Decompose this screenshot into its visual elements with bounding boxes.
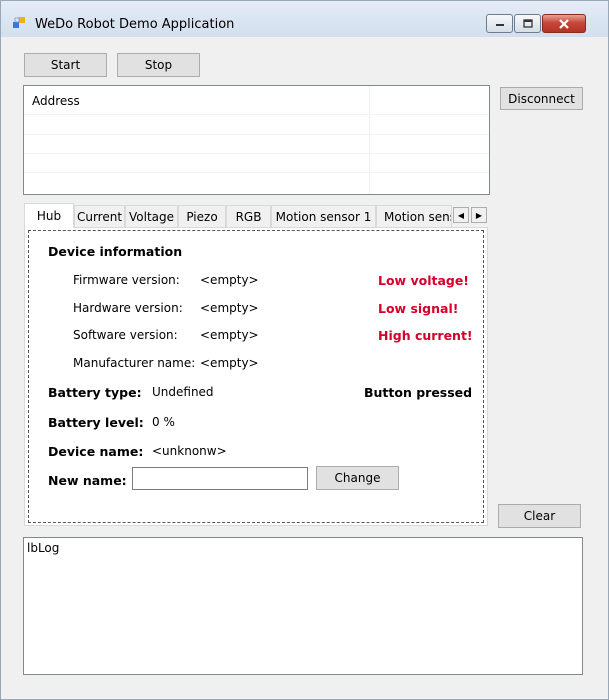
new-name-input[interactable] bbox=[132, 467, 308, 490]
software-value: <empty> bbox=[200, 328, 259, 342]
maximize-icon bbox=[522, 19, 533, 28]
log-listbox[interactable]: lbLog bbox=[23, 537, 583, 675]
low-voltage-warning: Low voltage! bbox=[378, 273, 470, 288]
battery-type-value: Undefined bbox=[152, 385, 214, 399]
low-signal-warning: Low signal! bbox=[378, 301, 459, 316]
hardware-label: Hardware version: bbox=[73, 301, 183, 315]
tab-voltage[interactable]: Voltage bbox=[125, 205, 178, 227]
battery-type-label: Battery type: bbox=[48, 385, 142, 400]
minimize-button[interactable] bbox=[486, 14, 513, 33]
arrow-left-icon: ◀ bbox=[457, 210, 465, 220]
row-line bbox=[24, 153, 489, 154]
window-title: WeDo Robot Demo Application bbox=[35, 17, 235, 32]
disconnect-button[interactable]: Disconnect bbox=[500, 87, 583, 110]
column-divider bbox=[369, 86, 370, 194]
close-button[interactable] bbox=[542, 14, 586, 33]
clear-log-button[interactable]: Clear bbox=[498, 504, 581, 528]
tab-scroll-left-button[interactable]: ◀ bbox=[453, 207, 469, 223]
battery-level-label: Battery level: bbox=[48, 415, 144, 430]
start-button[interactable]: Start bbox=[24, 53, 107, 77]
row-line bbox=[24, 172, 489, 173]
device-list[interactable]: Address bbox=[23, 85, 490, 195]
log-text: lbLog bbox=[27, 541, 60, 555]
firmware-value: <empty> bbox=[200, 273, 259, 287]
tab-piezo[interactable]: Piezo bbox=[178, 205, 226, 227]
tab-scroll-right-button[interactable]: ▶ bbox=[471, 207, 487, 223]
change-name-button[interactable]: Change bbox=[316, 466, 399, 490]
column-header-address[interactable]: Address bbox=[32, 94, 80, 108]
battery-level-value: 0 % bbox=[152, 415, 175, 429]
app-icon bbox=[13, 16, 27, 30]
maximize-button[interactable] bbox=[514, 14, 541, 33]
title-bar[interactable]: WeDo Robot Demo Application bbox=[1, 1, 608, 37]
new-name-label: New name: bbox=[48, 473, 127, 488]
minimize-icon bbox=[495, 23, 504, 26]
tab-hub[interactable]: Hub bbox=[24, 203, 74, 228]
device-name-label: Device name: bbox=[48, 444, 144, 459]
close-icon bbox=[559, 18, 569, 29]
software-label: Software version: bbox=[73, 328, 178, 342]
button-pressed-indicator: Button pressed bbox=[364, 385, 473, 400]
firmware-label: Firmware version: bbox=[73, 273, 180, 287]
device-name-value: <unknonw> bbox=[152, 444, 227, 458]
device-info-heading: Device information bbox=[48, 244, 183, 259]
stop-button[interactable]: Stop bbox=[117, 53, 200, 77]
tab-current[interactable]: Current bbox=[74, 205, 125, 227]
tab-motion-sensor-1[interactable]: Motion sensor 1 bbox=[271, 205, 376, 227]
tab-motion-sensor-2[interactable]: Motion sensc bbox=[376, 205, 452, 227]
high-current-warning: High current! bbox=[378, 328, 473, 343]
row-line bbox=[24, 134, 489, 135]
arrow-right-icon: ▶ bbox=[475, 210, 483, 220]
row-line bbox=[24, 114, 489, 115]
manufacturer-label: Manufacturer name: bbox=[73, 356, 196, 370]
hardware-value: <empty> bbox=[200, 301, 259, 315]
tab-rgb[interactable]: RGB bbox=[226, 205, 271, 227]
manufacturer-value: <empty> bbox=[200, 356, 259, 370]
